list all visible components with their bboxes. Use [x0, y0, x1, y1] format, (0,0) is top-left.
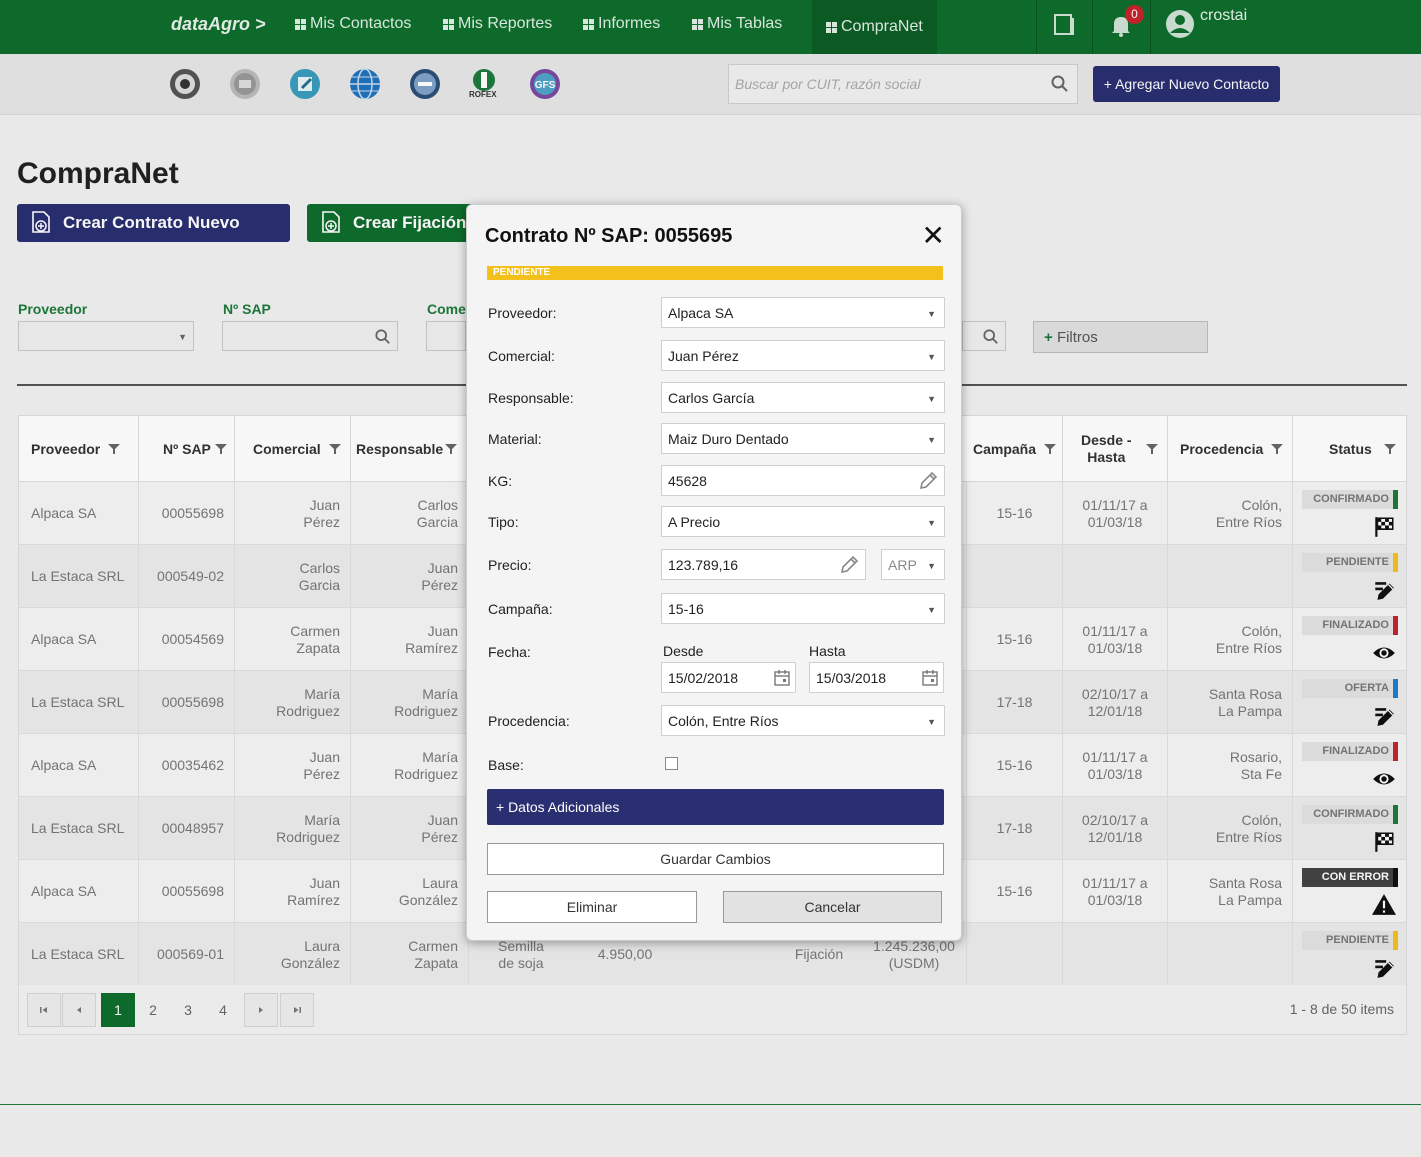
kg-value: 45628	[668, 473, 707, 489]
campana-select[interactable]: 15-16 ▼	[661, 593, 945, 624]
label-responsable: Responsable:	[488, 390, 574, 406]
material-select[interactable]: Maiz Duro Dentado ▼	[661, 423, 945, 454]
tipo-value: A Precio	[668, 514, 721, 530]
label-fecha: Fecha:	[488, 644, 531, 660]
cancel-button[interactable]: Cancelar	[723, 891, 942, 923]
proveedor-select[interactable]: Alpaca SA ▼	[661, 297, 945, 328]
chevron-down-icon: ▼	[927, 605, 936, 615]
pencil-icon[interactable]	[839, 555, 859, 575]
label-proveedor: Proveedor:	[488, 305, 557, 321]
precio-value: 123.789,16	[668, 557, 739, 573]
label-desde: Desde	[663, 643, 704, 659]
comercial-select[interactable]: Juan Pérez ▼	[661, 340, 945, 371]
procedencia-select[interactable]: Colón, Entre Ríos ▼	[661, 705, 945, 736]
campana-value: 15-16	[668, 601, 704, 617]
contract-modal: Contrato Nº SAP: 0055695 ✕ PENDIENTE Pro…	[466, 204, 962, 941]
chevron-down-icon: ▼	[927, 435, 936, 445]
chevron-down-icon: ▼	[927, 561, 936, 571]
label-precio: Precio:	[488, 557, 532, 573]
procedencia-value: Colón, Entre Ríos	[668, 713, 779, 729]
label-hasta: Hasta	[809, 643, 846, 659]
base-checkbox[interactable]	[665, 757, 678, 770]
label-procedencia: Procedencia:	[488, 713, 570, 729]
save-button[interactable]: Guardar Cambios	[487, 843, 944, 875]
datos-adicionales-button[interactable]: + Datos Adicionales	[487, 789, 944, 825]
tipo-select[interactable]: A Precio ▼	[661, 506, 945, 537]
kg-input[interactable]: 45628	[661, 465, 945, 496]
label-tipo: Tipo:	[488, 514, 519, 530]
hasta-date-input[interactable]: 15/03/2018	[809, 662, 944, 693]
modal-title: Contrato Nº SAP: 0055695	[485, 225, 733, 247]
desde-date-input[interactable]: 15/02/2018	[661, 662, 796, 693]
label-kg: KG:	[488, 473, 513, 489]
responsable-value: Carlos García	[668, 390, 755, 406]
label-campana: Campaña:	[488, 601, 553, 617]
desde-value: 15/02/2018	[668, 670, 739, 686]
chevron-down-icon: ▼	[927, 518, 936, 528]
proveedor-value: Alpaca SA	[668, 305, 734, 321]
precio-input[interactable]: 123.789,16	[661, 549, 866, 580]
chevron-down-icon: ▼	[927, 352, 936, 362]
label-base: Base:	[488, 757, 524, 773]
label-material: Material:	[488, 431, 542, 447]
delete-button[interactable]: Eliminar	[487, 891, 697, 923]
chevron-down-icon: ▼	[927, 309, 936, 319]
chevron-down-icon: ▼	[927, 717, 936, 727]
comercial-value: Juan Pérez	[668, 348, 739, 364]
material-value: Maiz Duro Dentado	[668, 431, 789, 447]
chevron-down-icon: ▼	[927, 394, 936, 404]
currency-select[interactable]: ARP ▼	[881, 549, 945, 580]
currency-value: ARP	[888, 557, 917, 573]
status-bar-pendiente: PENDIENTE	[487, 266, 943, 280]
responsable-select[interactable]: Carlos García ▼	[661, 382, 945, 413]
calendar-icon[interactable]	[921, 669, 939, 687]
hasta-value: 15/03/2018	[816, 670, 887, 686]
calendar-icon[interactable]	[773, 669, 791, 687]
label-comercial: Comercial:	[488, 348, 555, 364]
close-icon[interactable]: ✕	[922, 222, 945, 250]
pencil-icon[interactable]	[918, 471, 938, 491]
